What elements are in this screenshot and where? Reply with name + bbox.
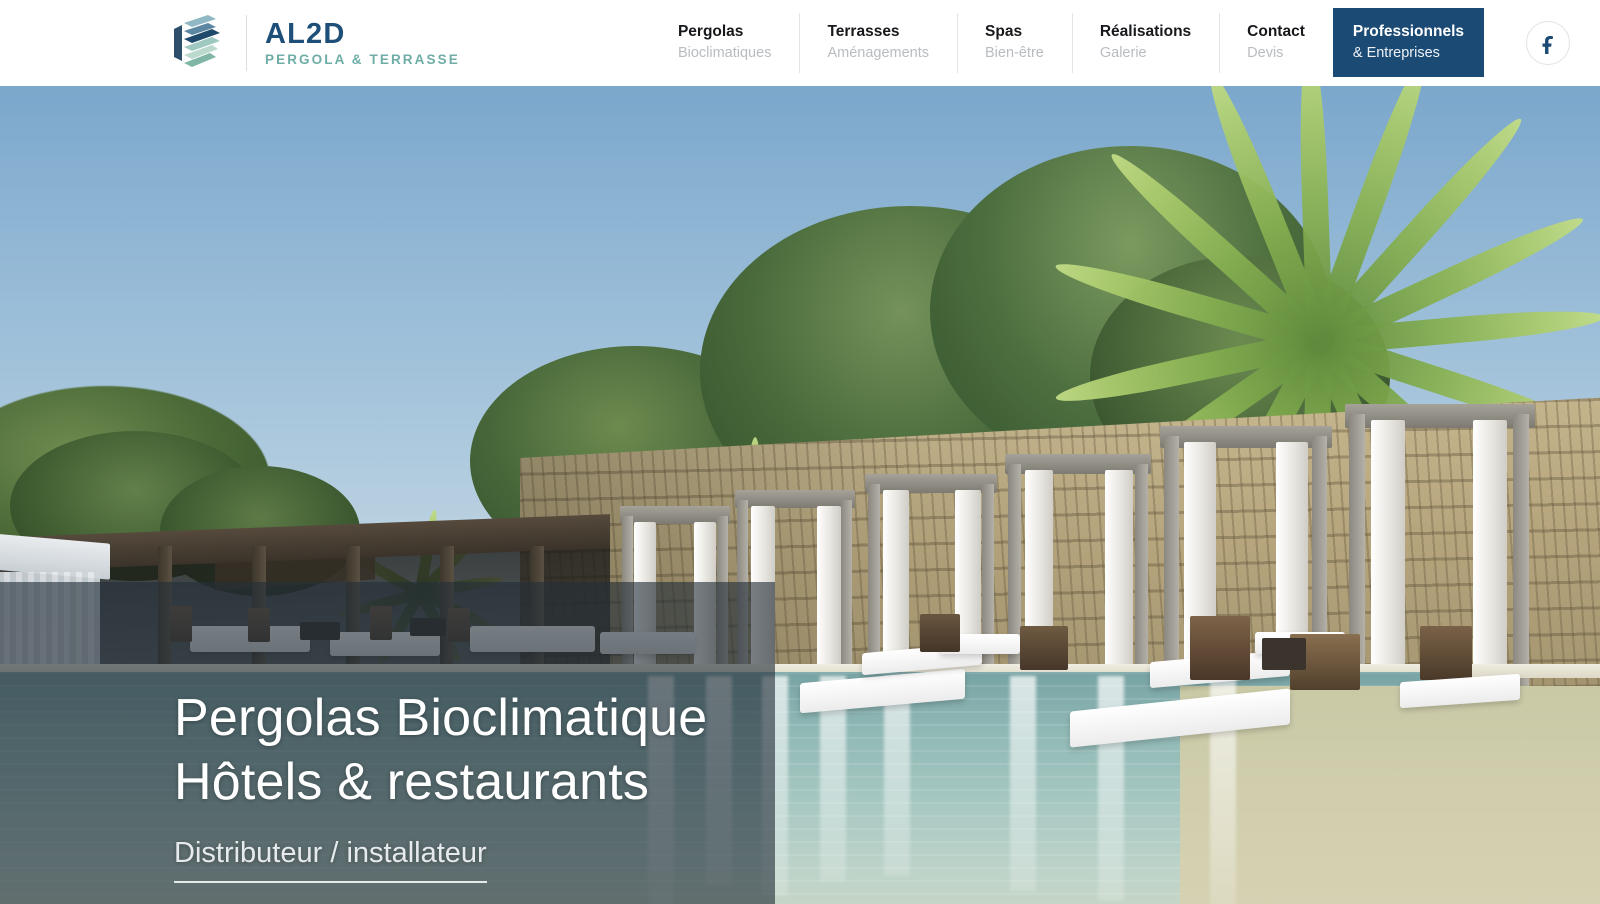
brand-logo[interactable]: AL2D PERGOLA & TERRASSE <box>168 0 460 86</box>
hero-title-line1: Pergolas Bioclimatique <box>174 689 708 747</box>
main-navigation: Pergolas Bioclimatiques Terrasses Aménag… <box>650 0 1484 86</box>
nav-item-terrasses[interactable]: Terrasses Aménagements <box>799 0 957 86</box>
hero-title-line2: Hôtels & restaurants <box>174 753 650 812</box>
hero-subtitle: Distributeur / installateur <box>174 837 487 883</box>
nav-item-realisations[interactable]: Réalisations Galerie <box>1071 0 1219 86</box>
nav-item-subtitle: & Entreprises <box>1352 44 1440 61</box>
nav-item-subtitle: Galerie <box>1099 45 1147 62</box>
nav-item-title: Professionnels <box>1352 22 1464 40</box>
facebook-icon[interactable] <box>1526 21 1570 65</box>
site-header: AL2D PERGOLA & TERRASSE Pergolas Bioclim… <box>0 0 1600 86</box>
nav-item-spas[interactable]: Spas Bien-être <box>957 0 1072 86</box>
nav-item-subtitle: Bien-être <box>985 45 1044 62</box>
brand-tagline: PERGOLA & TERRASSE <box>265 52 460 68</box>
nav-item-professionnels[interactable]: Professionnels & Entreprises <box>1332 8 1484 77</box>
nav-item-contact[interactable]: Contact Devis <box>1219 0 1333 86</box>
hero-section: Pergolas Bioclimatique Hôtels & restaura… <box>0 86 1600 904</box>
al2d-hexagon-slats-logo <box>168 13 224 73</box>
brand-text: AL2D PERGOLA & TERRASSE <box>265 17 460 68</box>
hero-content: Pergolas Bioclimatique Hôtels & restaura… <box>174 686 707 904</box>
nav-item-title: Pergolas <box>677 23 744 41</box>
nav-item-pergolas[interactable]: Pergolas Bioclimatiques <box>650 0 800 86</box>
brand-divider <box>246 15 247 71</box>
brand-name: AL2D <box>265 17 346 50</box>
nav-item-title: Réalisations <box>1099 23 1192 41</box>
nav-item-subtitle: Aménagements <box>827 45 930 62</box>
nav-item-title: Spas <box>985 23 1023 41</box>
nav-item-title: Contact <box>1247 23 1305 41</box>
nav-item-subtitle: Bioclimatiques <box>677 45 772 62</box>
nav-item-title: Terrasses <box>827 23 900 41</box>
social-links <box>1484 0 1600 86</box>
nav-item-subtitle: Devis <box>1247 45 1284 62</box>
